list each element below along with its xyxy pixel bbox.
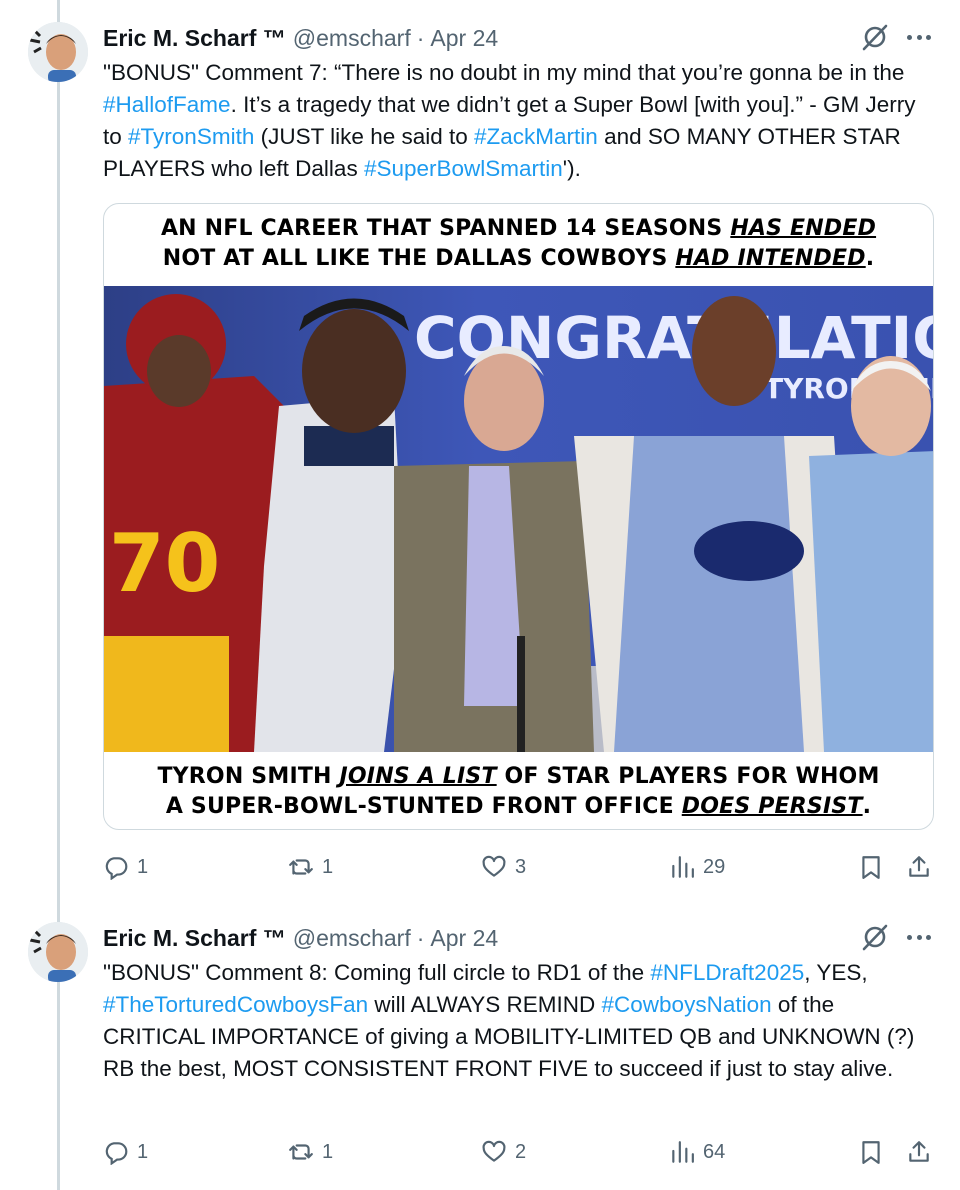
hashtag-link[interactable]: #NFLDraft2025 (650, 960, 804, 985)
like-button[interactable]: 3 (481, 849, 526, 885)
action-bar: 1 1 3 29 (103, 849, 933, 885)
avatar[interactable] (28, 922, 88, 982)
caption-text: AN NFL CAREER THAT SPANNED 14 SEASONS (160, 216, 731, 241)
photo-collage: CONGRATULATIONS TYRON SMITH 70 (104, 286, 933, 752)
views-icon (672, 1141, 694, 1163)
text-segment: "BONUS" Comment 8: Coming full circle to… (103, 960, 651, 985)
hashtag-link[interactable]: #CowboysNation (602, 992, 772, 1017)
hashtag-link[interactable]: #TyronSmith (128, 124, 254, 149)
caption-text: TYRON SMITH (157, 764, 340, 789)
action-bar: 1 1 2 64 (103, 1134, 933, 1170)
text-segment: will ALWAYS REMIND (368, 992, 602, 1017)
retweet-count: 1 (322, 855, 334, 878)
like-icon (482, 1140, 506, 1162)
author-handle[interactable]: @emscharf (293, 25, 411, 52)
retweet-icon (289, 859, 313, 875)
tweet-1[interactable]: Eric M. Scharf ™ @emscharf · Apr 24 "BON… (0, 0, 960, 900)
retweet-icon (289, 1144, 313, 1160)
caption-emphasis: HAS ENDED (730, 216, 877, 241)
author-name[interactable]: Eric M. Scharf ™ (103, 925, 286, 952)
caption-emphasis: DOES PERSIST (681, 794, 863, 819)
reply-button[interactable]: 1 (103, 849, 148, 885)
text-segment: (JUST like he said to (254, 124, 475, 149)
bookmark-icon (862, 1141, 880, 1164)
tweet-2[interactable]: Eric M. Scharf ™ @emscharf · Apr 24 "BON… (0, 900, 960, 1190)
text-segment: "BONUS" Comment 7: “There is no doubt in… (103, 60, 905, 85)
views-button[interactable]: 64 (669, 1134, 725, 1170)
separator: · (416, 24, 425, 51)
text-segment: '). (562, 156, 581, 181)
views-count: 29 (703, 855, 726, 878)
image-caption-bottom: TYRON SMITH JOINS A LIST OF STAR PLAYERS… (104, 762, 933, 822)
image-caption-top: AN NFL CAREER THAT SPANNED 14 SEASONS HA… (104, 214, 933, 274)
hashtag-link[interactable]: #SuperBowlSmartin (364, 156, 563, 181)
grok-icon[interactable] (860, 922, 890, 952)
caption-emphasis: JOINS A LIST (339, 764, 497, 789)
more-icon[interactable] (905, 924, 933, 950)
tweet-header: Eric M. Scharf ™ @emscharf · Apr 24 (103, 922, 498, 954)
retweet-count: 1 (322, 1140, 334, 1163)
caption-text: NOT AT ALL LIKE THE DALLAS COWBOYS (162, 246, 676, 271)
retweet-button[interactable]: 1 (288, 849, 333, 885)
share-icon (909, 1141, 929, 1162)
reply-icon (105, 1142, 128, 1165)
like-count: 3 (515, 855, 527, 878)
share-button[interactable] (906, 1134, 932, 1170)
tweet-media-image[interactable]: AN NFL CAREER THAT SPANNED 14 SEASONS HA… (103, 203, 934, 830)
caption-text: OF STAR PLAYERS FOR WHOM (496, 764, 880, 789)
jersey-number: 70 (109, 517, 220, 610)
tweet-text: "BONUS" Comment 7: “There is no doubt in… (103, 57, 933, 185)
grok-icon[interactable] (860, 22, 890, 52)
reply-icon (105, 857, 128, 880)
bookmark-button[interactable] (858, 849, 884, 885)
reply-count: 1 (137, 855, 149, 878)
tweet-date[interactable]: Apr 24 (430, 925, 498, 952)
avatar[interactable] (28, 22, 88, 82)
author-handle[interactable]: @emscharf (293, 925, 411, 952)
tweet-header: Eric M. Scharf ™ @emscharf · Apr 24 (103, 22, 498, 54)
caption-text: . (865, 246, 875, 271)
caption-text: . (862, 794, 872, 819)
share-icon (909, 856, 929, 877)
hashtag-link[interactable]: #HallofFame (103, 92, 231, 117)
retweet-button[interactable]: 1 (288, 1134, 333, 1170)
tweet-text: "BONUS" Comment 8: Coming full circle to… (103, 957, 933, 1085)
text-segment: , YES, (804, 960, 868, 985)
bookmark-icon (862, 856, 880, 879)
separator: · (416, 924, 425, 951)
tweet-date[interactable]: Apr 24 (430, 25, 498, 52)
hashtag-link[interactable]: #TheTorturedCowboysFan (103, 992, 368, 1017)
bookmark-button[interactable] (858, 1134, 884, 1170)
reply-count: 1 (137, 1140, 149, 1163)
views-icon (672, 856, 694, 878)
like-icon (482, 855, 506, 877)
like-button[interactable]: 2 (481, 1134, 526, 1170)
more-icon[interactable] (905, 24, 933, 50)
like-count: 2 (515, 1140, 527, 1163)
views-count: 64 (703, 1140, 726, 1163)
reply-button[interactable]: 1 (103, 1134, 148, 1170)
views-button[interactable]: 29 (669, 849, 725, 885)
share-button[interactable] (906, 849, 932, 885)
caption-emphasis: HAD INTENDED (675, 246, 866, 271)
hashtag-link[interactable]: #ZackMartin (474, 124, 598, 149)
author-name[interactable]: Eric M. Scharf ™ (103, 25, 286, 52)
caption-text: A SUPER-BOWL-STUNTED FRONT OFFICE (165, 794, 682, 819)
